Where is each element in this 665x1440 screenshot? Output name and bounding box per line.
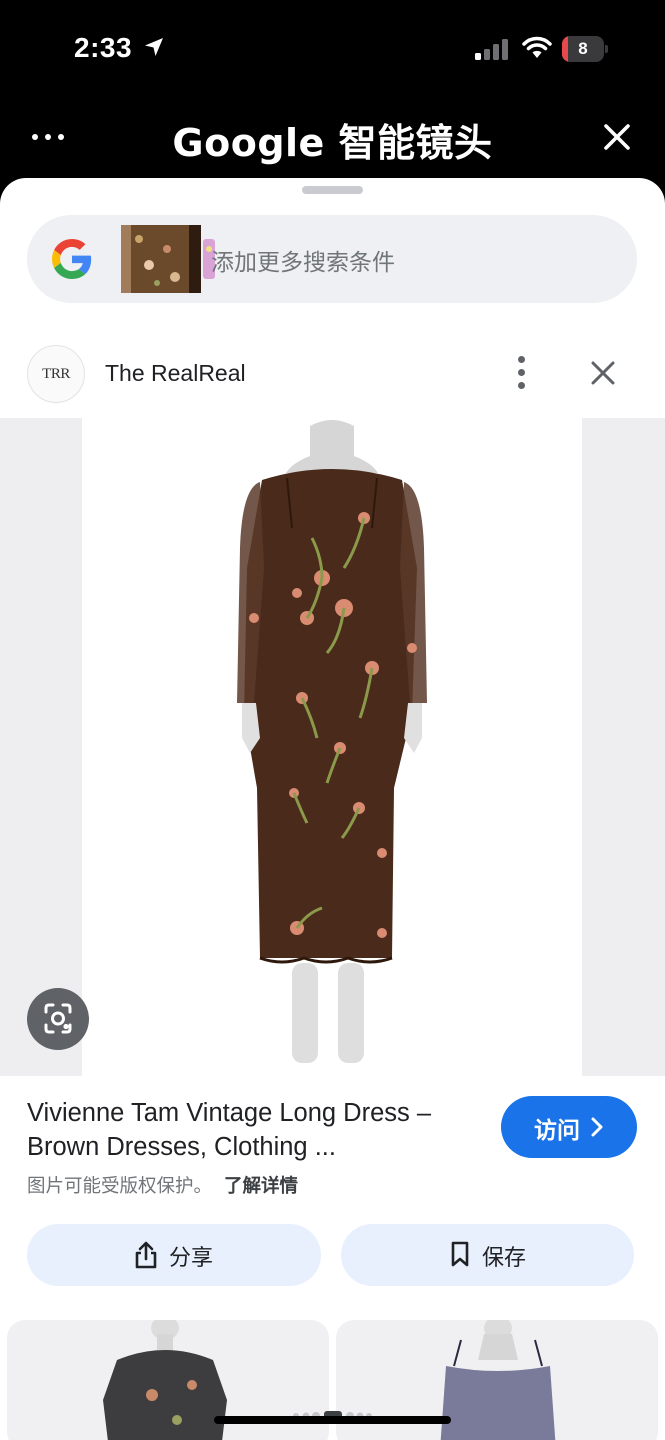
home-indicator[interactable] <box>214 1416 451 1424</box>
visit-label: 访问 <box>534 1118 580 1144</box>
result-title[interactable]: Vivienne Tam Vintage Long Dress – Brown … <box>27 1096 477 1164</box>
copyright-note: 图片可能受版权保护。 了解详情 <box>27 1172 298 1198</box>
image-area <box>0 418 665 1076</box>
query-image-thumbnail[interactable] <box>119 225 221 293</box>
bookmark-icon <box>451 1241 469 1267</box>
source-name[interactable]: The RealReal <box>105 360 246 387</box>
visit-button[interactable]: 访问 <box>501 1096 637 1158</box>
battery-icon: 8 <box>562 36 608 62</box>
status-bar: 2:33 8 <box>0 0 665 100</box>
drag-handle[interactable] <box>302 186 363 194</box>
share-button[interactable]: 分享 <box>27 1224 321 1286</box>
google-g-icon <box>52 239 92 279</box>
location-arrow-icon <box>145 38 163 56</box>
close-icon[interactable] <box>587 357 619 389</box>
close-icon[interactable] <box>600 120 634 154</box>
chevron-right-icon <box>591 1117 603 1137</box>
product-image[interactable] <box>82 418 582 1076</box>
save-button[interactable]: 保存 <box>341 1224 634 1286</box>
source-row: TRR The RealReal <box>0 343 665 413</box>
copyright-text: 图片可能受版权保护。 <box>27 1176 213 1197</box>
wifi-icon <box>522 36 552 58</box>
lens-search-icon <box>44 1003 72 1034</box>
more-vertical-icon[interactable] <box>507 353 537 393</box>
battery-level: 8 <box>578 39 588 58</box>
lens-title: Google 智能镜头 <box>172 121 493 165</box>
lens-search-button[interactable] <box>27 988 89 1050</box>
results-sheet: 添加更多搜索条件 TRR The RealReal Vivienne Tam V… <box>0 178 665 1440</box>
status-time: 2:33 <box>74 32 133 63</box>
lens-header: Google 智能镜头 <box>0 100 665 180</box>
learn-more-link[interactable]: 了解详情 <box>224 1176 298 1197</box>
save-label: 保存 <box>482 1246 527 1271</box>
share-label: 分享 <box>169 1246 214 1271</box>
share-icon <box>135 1241 157 1269</box>
search-bar[interactable]: 添加更多搜索条件 <box>27 215 637 303</box>
search-placeholder: 添加更多搜索条件 <box>211 250 395 276</box>
cellular-signal-icon <box>475 39 508 60</box>
source-avatar: TRR <box>27 345 85 403</box>
